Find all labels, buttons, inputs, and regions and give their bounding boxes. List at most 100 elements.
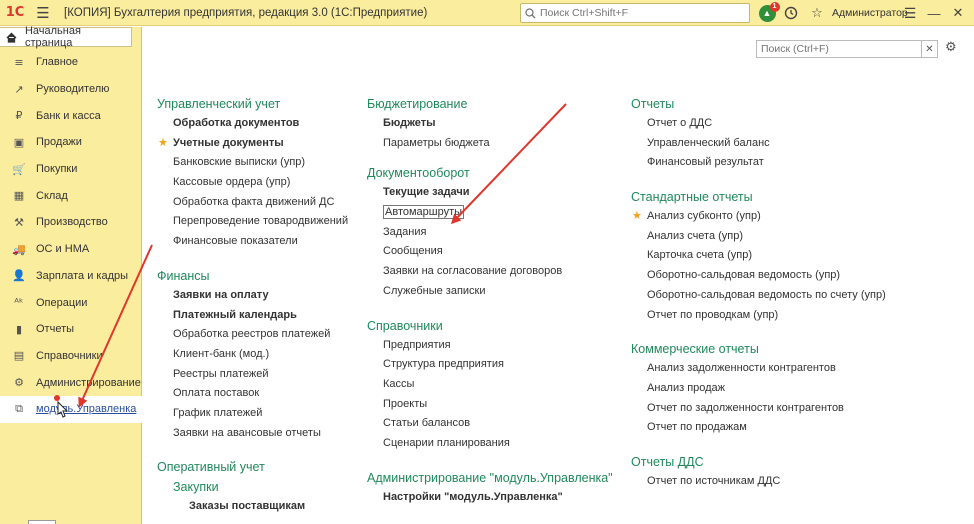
list-item[interactable]: Сообщения (367, 242, 613, 262)
sidebar-item-operations[interactable]: ᴬᵏ Операции (0, 289, 142, 316)
list-item[interactable]: Финансовые показатели (157, 232, 348, 252)
list-item[interactable]: Оборотно-сальдовая ведомость (упр) (631, 266, 886, 286)
list-item[interactable]: Кассовые ордера (упр) (157, 173, 348, 193)
list-item[interactable]: Банковские выписки (упр) (157, 153, 348, 173)
app-logo[interactable]: 1С (0, 0, 30, 26)
home-icon (6, 32, 17, 43)
list-item[interactable]: Проекты (367, 395, 613, 415)
section-search[interactable]: ✕ (756, 40, 938, 58)
column-budgeting: Бюджетирование Бюджеты Параметры бюджета… (367, 94, 613, 507)
section-title: Отчеты (631, 97, 675, 111)
list-item[interactable]: Настройки "модуль.Управленка" (367, 488, 613, 508)
list-item[interactable]: Заявки на оплату (157, 286, 348, 306)
list-item[interactable]: Отчет по задолженности контрагентов (631, 399, 886, 419)
list-item[interactable]: Карточка счета (упр) (631, 246, 886, 266)
list-item[interactable]: Параметры бюджета (367, 134, 613, 154)
bar-chart-icon: ▮ (15, 322, 23, 336)
sidebar: Начальная страница ≡ Главное ↗ Руководител… (0, 25, 142, 524)
warehouse-icon: ▦ (13, 189, 25, 203)
list-item[interactable]: Платежный календарь (157, 306, 348, 326)
sidebar-item-sales[interactable]: ▣ Продажи (0, 129, 142, 156)
list-item[interactable]: Сценарии планирования (367, 434, 613, 454)
panel-settings-gear-icon[interactable]: ⚙ (945, 40, 957, 55)
minimize-icon[interactable]: — (924, 3, 944, 23)
list-item[interactable]: Обработка факта движений ДС (157, 193, 348, 213)
sidebar-item-production[interactable]: ⚒ Производство (0, 209, 142, 236)
sidebar-scroll-handle[interactable] (28, 520, 56, 524)
tab-home-page[interactable]: Начальная страница (0, 25, 132, 49)
favorites-star-icon[interactable]: ☆ (807, 3, 827, 23)
list-item[interactable]: Кассы (367, 375, 613, 395)
list-item[interactable]: Предприятия (367, 336, 613, 356)
main-panel: ✕ ⚙ Управленческий учет Обработка докуме… (143, 27, 974, 524)
settings-menu-icon[interactable]: ☰ (900, 3, 920, 23)
list-item[interactable]: Служебные записки (367, 282, 613, 302)
sidebar-item-reports[interactable]: ▮ Отчеты (0, 316, 142, 343)
sidebar-item-module-upravlenka[interactable]: ⧉ модуль.Управленка (0, 395, 142, 423)
book-icon: ▤ (13, 349, 25, 363)
link-subconto-analysis[interactable]: ★ Анализ субконто (упр) (631, 207, 886, 227)
close-window-icon[interactable]: ✕ (948, 3, 968, 23)
person-icon: 👤 (12, 269, 26, 283)
section-title: Администрирование "модуль.Управленка" (367, 470, 613, 485)
list-item[interactable]: Управленческий баланс (631, 134, 886, 154)
list-item[interactable]: Задания (367, 223, 613, 243)
sidebar-item-manager[interactable]: ↗ Руководителю (0, 76, 142, 103)
link-automarshruty[interactable]: Автомаршруты (367, 203, 613, 223)
list-item[interactable]: Анализ счета (упр) (631, 227, 886, 247)
list-item[interactable]: Перепроведение товародвижений (157, 212, 348, 232)
gear-icon: ⚙ (14, 376, 24, 390)
trend-icon: ↗ (14, 82, 24, 96)
list-item[interactable]: Оплата поставок (157, 384, 348, 404)
global-search-input[interactable] (540, 7, 740, 19)
history-icon[interactable] (781, 3, 801, 23)
list-item[interactable]: Клиент-банк (мод.) (157, 345, 348, 365)
link-process-documents[interactable]: Обработка документов (157, 114, 348, 134)
list-item[interactable]: Оборотно-сальдовая ведомость по счету (у… (631, 286, 886, 306)
production-icon: ⚒ (14, 215, 24, 229)
sidebar-item-main[interactable]: ≡ Главное (0, 49, 142, 76)
list-item[interactable]: Бюджеты (367, 114, 613, 134)
current-user[interactable]: Администратор (832, 7, 908, 19)
section-title: Коммерческие отчеты (631, 342, 759, 357)
sidebar-item-salary-hr[interactable]: 👤 Зарплата и кадры (0, 263, 142, 290)
list-item[interactable]: Анализ продаж (631, 379, 886, 399)
sidebar-nav: ≡ Главное ↗ Руководителю ₽ Банк и касса ▣ Пр… (0, 49, 142, 423)
list-item[interactable]: Реестры платежей (157, 365, 348, 385)
list-item[interactable]: Отчет по продажам (631, 418, 886, 438)
search-icon (525, 7, 536, 18)
section-title: Управленческий учет (157, 97, 281, 111)
list-item[interactable]: Заявки на согласование договоров (367, 262, 613, 282)
link-accounting-documents[interactable]: ★ Учетные документы (157, 134, 348, 154)
sidebar-item-fixed-assets[interactable]: 🚚 ОС и НМА (0, 236, 142, 263)
sidebar-item-bank-cash[interactable]: ₽ Банк и касса (0, 102, 142, 129)
column-management-accounting: Управленческий учет Обработка документов… (157, 94, 348, 517)
list-item[interactable]: Структура предприятия (367, 355, 613, 375)
sidebar-item-directories[interactable]: ▤ Справочники (0, 343, 142, 370)
list-item[interactable]: Заказы поставщикам (157, 497, 348, 517)
main-menu-icon[interactable]: ☰ (30, 0, 56, 26)
list-item[interactable]: Обработка реестров платежей (157, 325, 348, 345)
sidebar-item-purchases[interactable]: 🛒 Покупки (0, 156, 142, 183)
title-bar: 1С ☰ [КОПИЯ] Бухгалтерия предприятия, ре… (0, 0, 974, 26)
global-search[interactable] (520, 3, 750, 23)
sidebar-item-warehouse[interactable]: ▦ Склад (0, 182, 142, 209)
list-item[interactable]: Статьи балансов (367, 414, 613, 434)
list-item[interactable]: Текущие задачи (367, 183, 613, 203)
list-item[interactable]: Анализ задолженности контрагентов (631, 359, 886, 379)
cart-icon: 🛒 (12, 162, 26, 176)
notification-badge: 1 (769, 1, 780, 12)
list-item[interactable]: График платежей (157, 404, 348, 424)
section-title: Финансы (157, 268, 210, 283)
sidebar-item-administration[interactable]: ⚙ Администрирование (0, 369, 142, 396)
notifications-button[interactable]: ▲ 1 (757, 1, 780, 23)
clear-search-icon[interactable]: ✕ (921, 41, 937, 57)
list-item[interactable]: Отчет по источникам ДДС (631, 472, 886, 492)
list-item[interactable]: Заявки на авансовые отчеты (157, 424, 348, 444)
list-item[interactable]: Отчет по проводкам (упр) (631, 306, 886, 326)
list-item[interactable]: Финансовый результат (631, 153, 886, 173)
subsection-title: Закупки (173, 480, 219, 495)
list-item[interactable]: Отчет о ДДС (631, 114, 886, 134)
section-title: Документооборот (367, 166, 470, 181)
section-search-input[interactable] (757, 41, 921, 57)
